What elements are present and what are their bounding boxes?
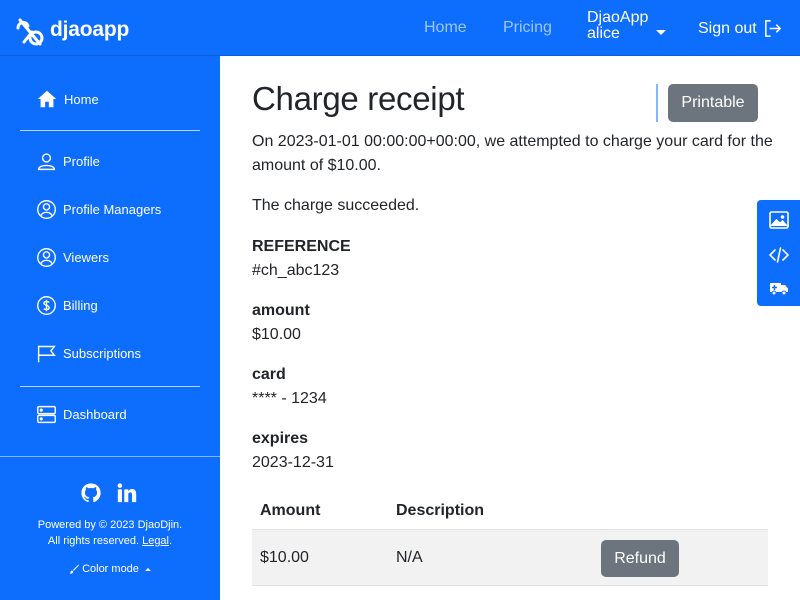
server-icon [37, 405, 56, 424]
footer-powered-by: Powered by © 2023 DjaoDjin. [37, 519, 183, 531]
footer-rights-line: All rights reserved. Legal. [47, 535, 173, 547]
linkedin-icon[interactable] [116, 482, 138, 504]
charge-intro-text: On 2023-01-01 00:00:00+00:00, we attempt… [252, 133, 773, 174]
printable-button[interactable]: Printable [668, 84, 758, 122]
brand-link[interactable]: djaoapp [14, 18, 130, 46]
row-amount: $10.00 [260, 548, 309, 566]
column-header-description: Description [396, 501, 485, 519]
caret-up-icon [144, 567, 151, 571]
sign-out-link[interactable]: Sign out [698, 19, 782, 38]
ambulance-icon[interactable] [768, 277, 790, 299]
sidebar-item-dashboard[interactable]: Dashboard [36, 404, 127, 425]
sidebar-item-home[interactable]: Home [36, 88, 99, 110]
sidebar-divider [20, 130, 200, 131]
nav-home-link[interactable]: Home [424, 19, 467, 37]
sidebar-item-subscriptions[interactable]: Subscriptions [36, 343, 141, 364]
user-org-name: DjaoApp [587, 9, 649, 26]
row-description: N/A [396, 548, 423, 566]
sidebar-item-label: Profile [63, 154, 100, 169]
sidebar-item-viewers[interactable]: Viewers [36, 247, 109, 268]
person-icon [37, 153, 56, 171]
column-header-amount: Amount [260, 501, 321, 519]
github-icon[interactable] [80, 482, 102, 504]
charge-status-text: The charge succeeded. [252, 197, 420, 214]
sidebar-item-profile-managers[interactable]: Profile Managers [36, 199, 161, 220]
social-links [80, 482, 138, 504]
color-mode-label: Color mode [82, 563, 139, 575]
sidebar-footer-divider [0, 456, 220, 457]
sidebar-item-label: Subscriptions [63, 346, 142, 361]
person-circle-icon [37, 248, 56, 267]
person-circle-icon [37, 200, 56, 219]
color-mode-toggle[interactable]: Color mode [0, 563, 220, 575]
djaoapp-logo-icon [16, 18, 44, 46]
sidebar-item-profile[interactable]: Profile [36, 151, 100, 172]
title-accent-bar [656, 84, 658, 122]
chevron-down-icon[interactable] [656, 30, 666, 35]
sidebar-divider [20, 386, 200, 387]
dollar-circle-icon [37, 296, 56, 315]
footer-rights: All rights reserved. [47, 535, 140, 547]
page-title: Charge receipt [252, 80, 465, 117]
sidebar-item-label: Profile Managers [63, 202, 162, 217]
edit-tools-toolbar [757, 200, 800, 306]
flag-icon [37, 345, 56, 363]
footer-legal-link[interactable]: Legal [142, 535, 169, 547]
user-menu-toggle[interactable]: DjaoApp alice [587, 10, 648, 42]
reference-label: REFERENCE [252, 238, 351, 255]
expires-label: expires [252, 430, 309, 447]
sidebar-item-label: Home [64, 91, 99, 107]
top-navbar: djaoapp Home Pricing DjaoApp alice Sign … [0, 0, 800, 56]
table-row: $10.00 N/A Refund [252, 530, 768, 586]
house-icon [37, 90, 57, 108]
sidebar-item-billing[interactable]: Billing [36, 295, 98, 316]
reference-value: #ch_abc123 [252, 262, 340, 279]
code-icon[interactable] [768, 244, 790, 266]
amount-label: amount [252, 302, 310, 319]
expires-value: 2023-12-31 [252, 454, 334, 471]
refund-button[interactable]: Refund [601, 540, 679, 577]
image-icon[interactable] [768, 209, 790, 231]
table-header: Amount Description [252, 492, 768, 530]
amount-value: $10.00 [252, 326, 301, 343]
brush-icon [69, 564, 80, 574]
sidebar: Home Profile Profile Managers Viewers Bi… [0, 56, 220, 600]
sidebar-item-label: Viewers [63, 250, 110, 265]
brand-name: djaoapp [50, 18, 130, 41]
nav-pricing-link[interactable]: Pricing [503, 19, 552, 37]
box-arrow-right-icon [764, 20, 781, 37]
card-label: card [252, 366, 286, 383]
main-content: Charge receipt Printable On 2023-01-01 0… [220, 56, 800, 600]
charge-items-table: Amount Description $10.00 N/A Refund [252, 492, 768, 586]
user-username: alice [587, 25, 620, 42]
card-value: **** - 1234 [252, 390, 327, 407]
sign-out-label: Sign out [698, 19, 757, 37]
sidebar-item-label: Billing [63, 298, 98, 313]
sidebar-item-label: Dashboard [63, 407, 127, 422]
